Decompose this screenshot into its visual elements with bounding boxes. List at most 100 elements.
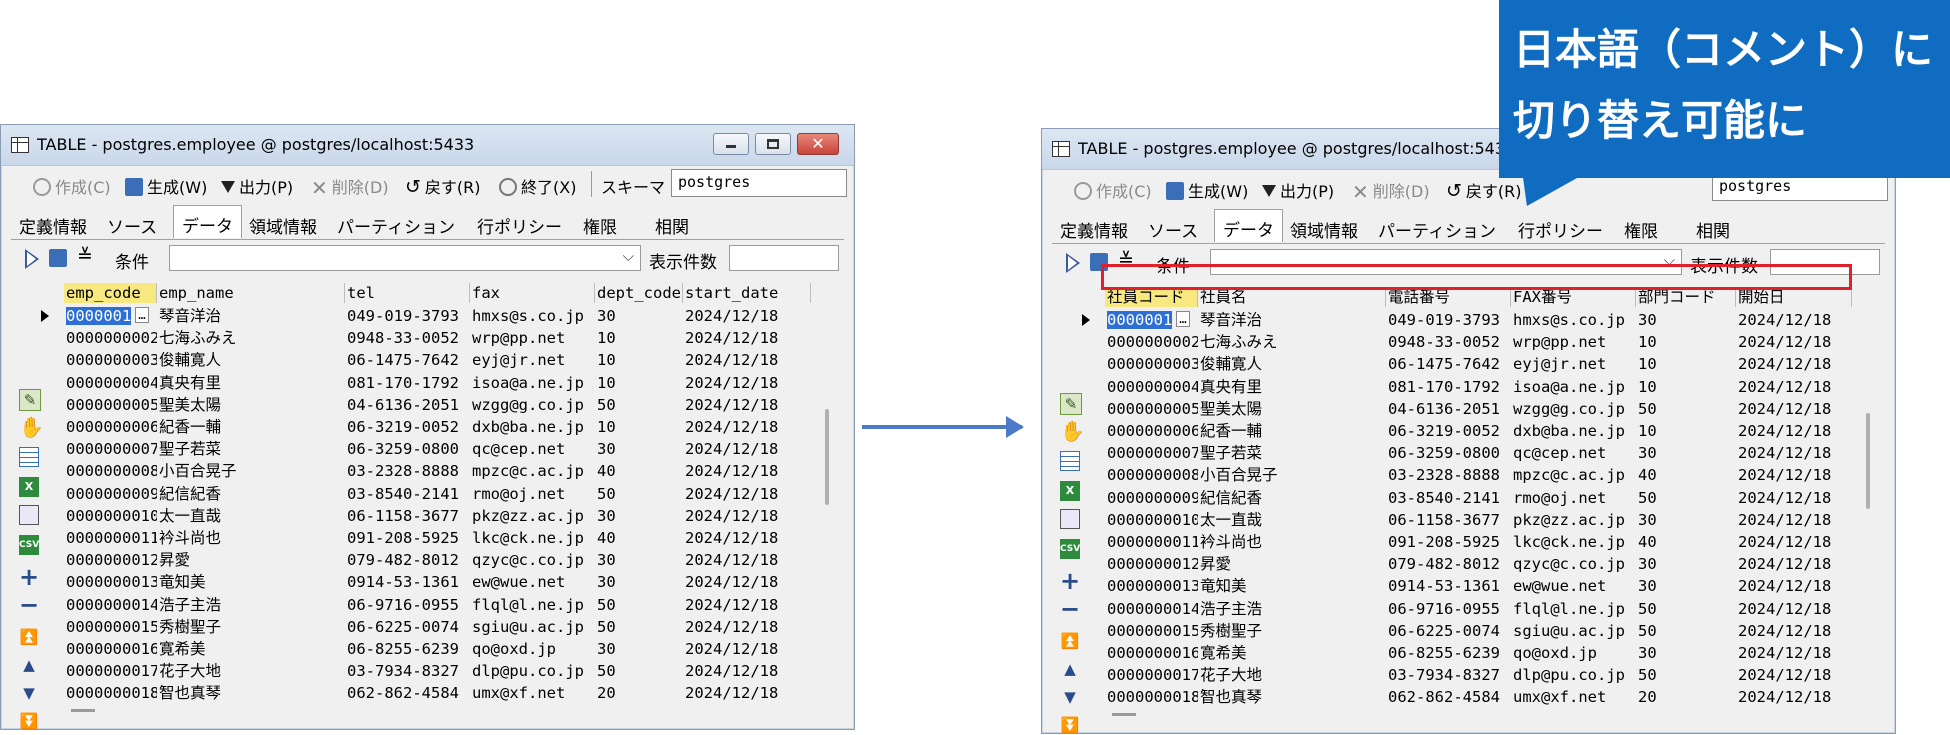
table-cell[interactable]: 0000000011 xyxy=(1105,531,1198,553)
table-cell[interactable]: 竜知美 xyxy=(1198,575,1386,598)
table-cell[interactable]: 2024/12/18 xyxy=(1736,442,1852,465)
table-cell[interactable]: 紀信紀香 xyxy=(1198,487,1386,509)
table-cell[interactable]: dlp@pu.co.jp xyxy=(470,660,595,683)
minimize-button[interactable] xyxy=(713,133,749,155)
table-row[interactable]: 0000000014 浩子主浩 06-9716-0955 flql@l.ne.jp 50… xyxy=(47,594,827,616)
table-cell[interactable]: 2024/12/18 xyxy=(683,483,811,505)
table-cell[interactable]: 0000000007 xyxy=(64,438,157,461)
table-cell[interactable]: 0000000007 xyxy=(1105,442,1198,465)
table-cell[interactable]: 竜知美 xyxy=(157,571,345,594)
table-cell[interactable]: 30 xyxy=(1636,642,1736,664)
vertical-scrollbar[interactable] xyxy=(1866,413,1870,509)
table-cell[interactable]: ew@wue.net xyxy=(470,571,595,594)
table-row[interactable]: 0000000012 昇愛 079-482-8012 qzyc@c.co.jp 30 20… xyxy=(47,549,827,572)
table-row[interactable]: 0000000017 花子大地 03-7934-8327 dlp@pu.co.jp 50… xyxy=(1088,664,1868,687)
table-cell[interactable]: sgiu@u.ac.jp xyxy=(470,616,595,638)
table-cell[interactable]: 0000000010 xyxy=(64,505,157,527)
table-cell[interactable]: 俊輔寛人 xyxy=(157,349,345,372)
table-cell[interactable]: eyj@jr.net xyxy=(470,349,595,372)
table-cell[interactable]: 真央有里 xyxy=(157,372,345,394)
table-cell[interactable]: 0000000013 xyxy=(64,571,157,594)
table-cell[interactable]: 079-482-8012 xyxy=(345,549,470,572)
table-cell[interactable]: 聖美太陽 xyxy=(157,394,345,416)
table-cell[interactable]: umx@xf.net xyxy=(470,682,595,705)
table-row[interactable]: 0000000011 衿斗尚也 091-208-5925 lkc@ck.ne.jp 40… xyxy=(1088,531,1868,553)
table-cell[interactable]: 091-208-5925 xyxy=(345,527,470,549)
add-row-icon[interactable]: + xyxy=(19,565,39,589)
table-cell[interactable]: 聖子若菜 xyxy=(1198,442,1386,465)
table-cell[interactable]: 秀樹聖子 xyxy=(157,616,345,638)
table-row[interactable]: 0000000004 真央有里 081-170-1792 isoa@a.ne.jp 10… xyxy=(47,372,827,394)
table-row[interactable]: 0000000006 紀香一輔 06-3219-0052 dxb@ba.ne.jp 10… xyxy=(47,416,827,438)
table-row[interactable]: 0000000014 浩子主浩 06-9716-0955 flql@l.ne.jp 50… xyxy=(1088,598,1868,620)
tab-partition[interactable]: パーティション xyxy=(337,213,455,238)
table-row[interactable]: 0000000017 花子大地 03-7934-8327 dlp@pu.co.jp 50… xyxy=(47,660,827,683)
table-row[interactable]: 0000000005 聖美太陽 04-6136-2051 wzgg@g.co.jp 50… xyxy=(47,394,827,416)
csv-icon[interactable]: CSV xyxy=(19,535,39,555)
table-cell[interactable]: 0948-33-0052 xyxy=(1386,331,1511,354)
table-cell[interactable]: 03-2328-8888 xyxy=(1386,464,1511,487)
delete-row-icon[interactable]: − xyxy=(1060,597,1080,621)
table-cell[interactable]: 50 xyxy=(1636,598,1736,620)
table-row[interactable]: 0000000018 智也真琴 062-862-4584 umx@xf.net 20 20… xyxy=(47,682,827,705)
table-cell[interactable]: 0000000006 xyxy=(64,416,157,438)
query-icon[interactable] xyxy=(49,249,67,267)
table-row[interactable]: 0000000018 智也真琴 062-862-4584 umx@xf.net 20 20… xyxy=(1088,686,1868,709)
table-cell[interactable]: qc@cep.net xyxy=(470,438,595,461)
tab-privileges[interactable]: 権限 xyxy=(583,213,617,238)
close-button[interactable]: 終了(X) xyxy=(499,174,576,198)
tab-row-policy[interactable]: 行ポリシー xyxy=(1518,217,1603,242)
selected-cell-value[interactable]: 0000001 xyxy=(66,307,132,325)
table-cell[interactable]: 2024/12/18 xyxy=(683,594,811,616)
tab-correlation[interactable]: 相関 xyxy=(1696,217,1730,242)
table-cell[interactable]: hmxs@s.co.jp xyxy=(1511,309,1636,331)
table-cell[interactable]: 2024/12/18 xyxy=(1736,598,1852,620)
create-button[interactable]: 作成(C) xyxy=(33,174,111,198)
table-cell[interactable]: 40 xyxy=(1636,464,1736,487)
table-cell[interactable]: 06-3259-0800 xyxy=(1386,442,1511,465)
column-header[interactable]: dept_code xyxy=(595,283,683,303)
table-cell[interactable]: 06-1158-3677 xyxy=(345,505,470,527)
table-row[interactable]: 0000000002 七海ふみえ 0948-33-0052 wrp@pp.net 10 2… xyxy=(47,327,827,350)
table-cell[interactable]: 0000000018 xyxy=(1105,686,1198,709)
tab-source[interactable]: ソース xyxy=(1148,217,1198,242)
table-cell[interactable]: 06-1475-7642 xyxy=(345,349,470,372)
table-cell[interactable]: 2024/12/18 xyxy=(1736,575,1852,598)
commit-icon[interactable]: ✋ xyxy=(1060,421,1085,441)
table-cell[interactable]: 紀香一輔 xyxy=(1198,420,1386,442)
table-cell[interactable]: 30 xyxy=(1636,553,1736,576)
table-cell[interactable]: lkc@ck.ne.jp xyxy=(1511,531,1636,553)
table-row[interactable]: 0000001… 琴音洋治 049-019-3793 hmxs@s.co.jp 30 20… xyxy=(41,305,827,327)
previous-record-icon[interactable]: ▲ xyxy=(1060,659,1080,679)
table-row[interactable]: 0000000003 俊輔寛人 06-1475-7642 eyj@jr.net 10 20… xyxy=(47,349,827,372)
table-cell[interactable]: 30 xyxy=(1636,442,1736,465)
table-row[interactable]: 0000000012 昇愛 079-482-8012 qzyc@c.co.jp 30 20… xyxy=(1088,553,1868,576)
table-row[interactable]: 0000000008 小百合晃子 03-2328-8888 mpzc@c.ac.jp 4… xyxy=(47,460,827,483)
table-cell[interactable]: 0000000017 xyxy=(64,660,157,683)
add-row-icon[interactable]: + xyxy=(1060,569,1080,593)
table-row[interactable]: 0000000007 聖子若菜 06-3259-0800 qc@cep.net 30 20… xyxy=(1088,442,1868,465)
table-cell[interactable]: umx@xf.net xyxy=(1511,686,1636,709)
table-cell[interactable]: 10 xyxy=(595,327,683,350)
table-cell[interactable]: 2024/12/18 xyxy=(1736,464,1852,487)
table-cell[interactable]: 紀香一輔 xyxy=(157,416,345,438)
display-count-input[interactable] xyxy=(729,245,839,271)
table-cell[interactable]: rmo@oj.net xyxy=(1511,487,1636,509)
table-row[interactable]: 0000000008 小百合晃子 03-2328-8888 mpzc@c.ac.jp 4… xyxy=(1088,464,1868,487)
table-row[interactable]: 0000000004 真央有里 081-170-1792 isoa@a.ne.jp 10… xyxy=(1088,376,1868,398)
table-cell[interactable]: 小百合晃子 xyxy=(1198,464,1386,487)
edit-icon[interactable]: ✎ xyxy=(1060,393,1082,415)
table-cell[interactable]: 0000001… xyxy=(1105,309,1198,331)
delete-button[interactable]: ✕ 削除(D) xyxy=(311,174,389,200)
table-row[interactable]: 0000000009 紀信紀香 03-8540-2141 rmo@oj.net 50 20… xyxy=(47,483,827,505)
table-row[interactable]: 0000000010 太一直哉 06-1158-3677 pkz@zz.ac.jp 30… xyxy=(1088,509,1868,531)
table-cell[interactable]: 03-8540-2141 xyxy=(1386,487,1511,509)
tab-definition[interactable]: 定義情報 xyxy=(1060,217,1128,242)
table-cell[interactable]: 062-862-4584 xyxy=(345,682,470,705)
table-cell[interactable]: 2024/12/18 xyxy=(683,549,811,572)
table-cell[interactable]: 06-6225-0074 xyxy=(1386,620,1511,642)
table-cell[interactable]: 智也真琴 xyxy=(157,682,345,705)
table-cell[interactable]: 03-7934-8327 xyxy=(1386,664,1511,687)
excel-icon[interactable]: X xyxy=(19,477,39,497)
next-record-icon[interactable]: ▼ xyxy=(19,683,39,703)
